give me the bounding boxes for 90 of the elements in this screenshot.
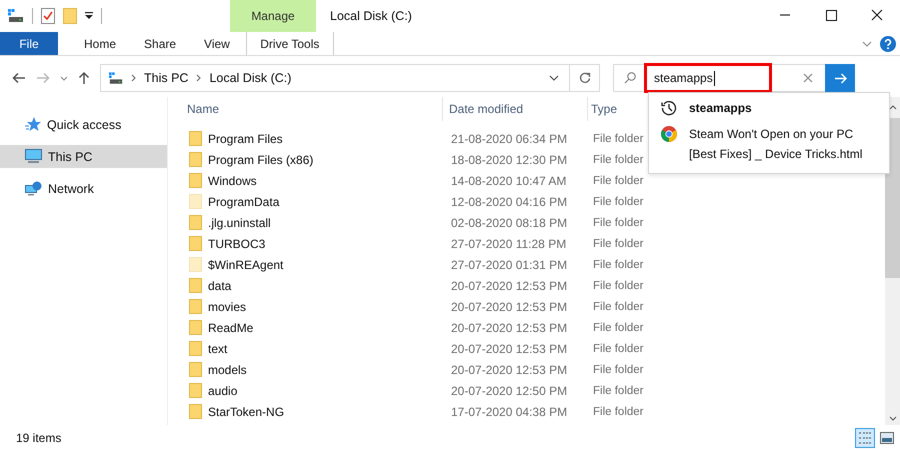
manage-tab-label: Manage [230, 0, 316, 32]
item-count: 19 items [16, 430, 62, 444]
table-cell-text: 27-07-2020 11:28 PM [450, 236, 568, 250]
breadcrumb[interactable]: Local Disk (C:) [209, 71, 292, 85]
drive-icon [109, 72, 123, 84]
back-arrow-icon[interactable] [12, 72, 26, 84]
breadcrumb-chevron-icon [196, 74, 202, 82]
table-cell-text: File folder [592, 174, 643, 186]
file-name[interactable]: audio [208, 384, 238, 398]
table-cell-text: 20-07-2020 12:53 PM [450, 342, 568, 356]
dropdown-icon[interactable] [85, 12, 93, 20]
list-icon [858, 430, 872, 444]
file-name[interactable]: movies [208, 300, 246, 314]
scroll-down-icon[interactable] [888, 416, 896, 421]
network-icon [25, 181, 42, 196]
table-cell-text: 02-08-2020 08:18 PM [450, 216, 568, 230]
window-title: Local Disk (C:) [329, 8, 413, 25]
details-view-button[interactable] [855, 428, 875, 448]
history-icon [661, 100, 677, 116]
table-cell-text: File folder [592, 238, 643, 250]
table-cell-text: File folder [592, 384, 643, 396]
suggestion-item[interactable]: Steam Won't Open on your PC [Best Fixes] _ Device Tricks.html [649, 121, 889, 167]
search-text: steamapps [654, 70, 715, 86]
column-header[interactable]: Name [187, 97, 442, 121]
checklist-icon[interactable] [41, 8, 55, 24]
table-cell-text: 20-07-2020 12:50 PM [450, 384, 568, 398]
table-cell-text: File folder [592, 196, 643, 208]
file-name[interactable]: TURBOC3 [208, 236, 266, 250]
scrollbar[interactable] [885, 97, 900, 425]
suggestion-item[interactable]: steamapps [649, 95, 889, 121]
up-arrow-icon[interactable] [78, 71, 90, 85]
recent-chevron-icon[interactable] [60, 76, 68, 80]
ribbon-tab[interactable]: Drive Tools [246, 32, 334, 55]
table-cell-text: 20-07-2020 12:53 PM [450, 362, 568, 376]
help-icon[interactable] [880, 36, 896, 52]
table-cell-text: 21-08-2020 06:34 PM [450, 132, 568, 146]
file-name[interactable]: .jlg.uninstall [208, 216, 271, 230]
file-name[interactable]: ReadMe [208, 320, 254, 334]
star-icon [25, 117, 41, 132]
file-name[interactable]: text [208, 342, 228, 356]
ribbon-tab[interactable]: Share [130, 32, 190, 55]
breadcrumb-chevron-icon [131, 74, 136, 82]
table-cell-text: 27-07-2020 01:31 PM [450, 258, 568, 272]
sidebar-item[interactable]: Quick access [0, 113, 167, 136]
table-cell-text: File folder [592, 132, 643, 144]
table-cell-text: 20-07-2020 12:53 PM [450, 320, 568, 334]
table-cell-text: 17-07-2020 04:38 PM [450, 404, 568, 418]
table-cell-text: File folder [592, 280, 643, 292]
column-header[interactable]: Date modified [442, 97, 587, 121]
table-cell-text: File folder [592, 258, 643, 270]
table-cell-text: 12-08-2020 04:16 PM [450, 194, 568, 208]
file-name[interactable]: data [208, 278, 232, 292]
file-name[interactable]: $WinREAgent [208, 258, 284, 272]
monitor-icon [25, 149, 42, 164]
sidebar-item[interactable]: This PC [0, 145, 167, 168]
table-cell-text: File folder [592, 300, 643, 312]
table-cell-text: File folder [592, 216, 643, 228]
breadcrumb[interactable]: This PC [144, 71, 188, 85]
table-cell-text: File folder [592, 364, 643, 376]
column-header[interactable]: Type [587, 97, 641, 121]
file-name[interactable]: Windows [208, 174, 257, 188]
browser-logo-icon [661, 126, 677, 142]
chevron-icon[interactable] [549, 75, 559, 81]
refresh-icon [578, 72, 590, 84]
sidebar-item[interactable]: Network [0, 177, 167, 200]
drive-icon[interactable] [8, 9, 24, 23]
table-cell-text: File folder [592, 154, 643, 166]
file-name[interactable]: StarToken-NG [208, 404, 284, 418]
ribbon-tab[interactable]: Home [58, 32, 130, 55]
ribbon-tab[interactable]: View [190, 32, 244, 55]
search-icon [624, 72, 636, 84]
picture-icon [880, 432, 894, 444]
search-go-button[interactable] [825, 64, 855, 92]
table-cell-text: 14-08-2020 10:47 AM [450, 174, 568, 188]
file-name[interactable]: Program Files (x86) [208, 152, 314, 166]
file-name[interactable]: ProgramData [208, 194, 280, 208]
table-cell-text: 20-07-2020 12:53 PM [450, 300, 568, 314]
scroll-up-icon[interactable] [888, 105, 896, 110]
refresh-button[interactable] [570, 64, 600, 92]
clear-icon[interactable] [803, 73, 813, 83]
file-name[interactable]: Program Files [208, 132, 283, 146]
table-cell-text: File folder [592, 342, 643, 354]
table-cell-text: 18-08-2020 12:30 PM [450, 152, 568, 166]
table-cell-text: File folder [592, 322, 643, 334]
right-arrow-icon [834, 72, 846, 84]
table-cell-text: 20-07-2020 12:53 PM [450, 278, 568, 292]
file-name[interactable]: models [208, 362, 247, 376]
file-tab[interactable]: File [0, 32, 58, 55]
table-cell-text: File folder [592, 406, 643, 418]
address-bar[interactable]: This PC Local Disk (C:) [100, 64, 570, 92]
